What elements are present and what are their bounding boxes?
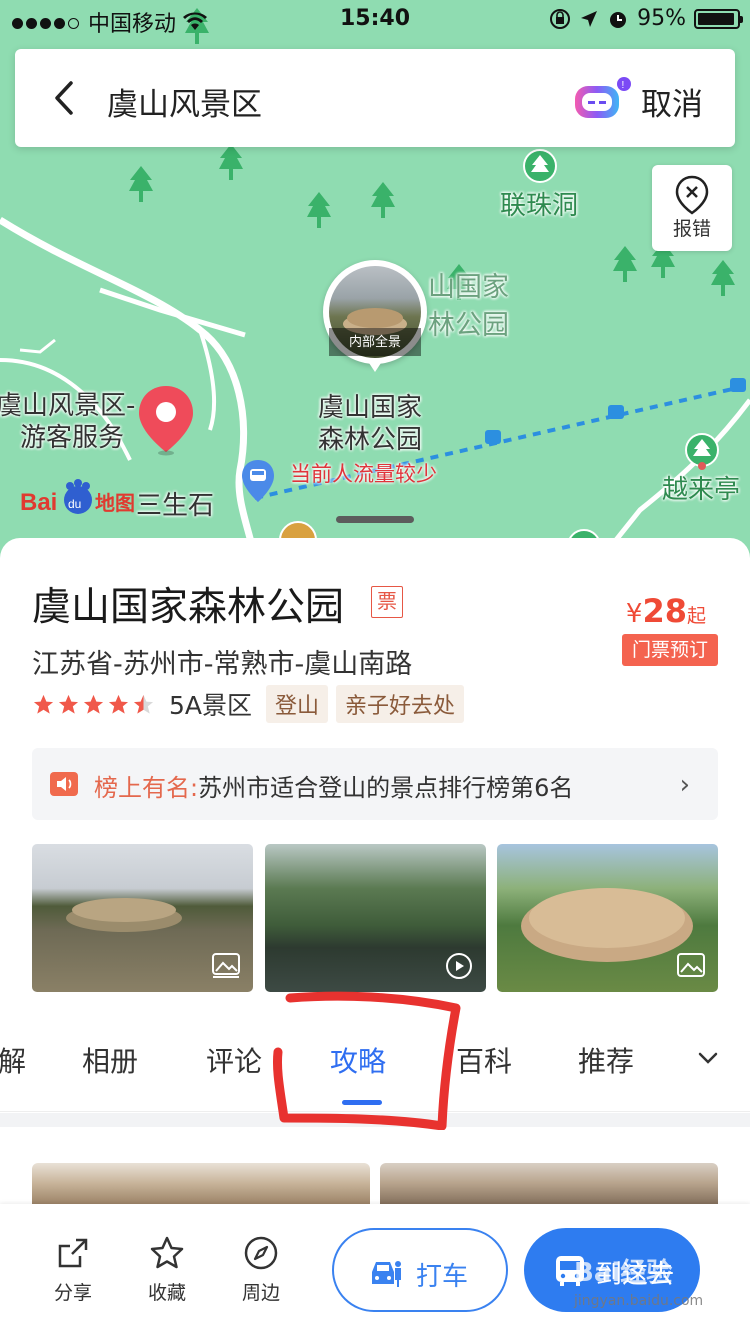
map-label-park-faded-1: 山国家 [428,272,509,303]
tag-chip[interactable]: 亲子好去处 [336,685,465,723]
photo-strip [32,844,718,992]
tab-bar: 解 相册 评论 攻略 百科 推荐 [0,1032,750,1112]
status-bar: 中国移动 15:40 95% [0,0,750,40]
tag-chip[interactable]: 登山 [266,685,329,723]
star-icon [108,694,129,714]
tree-icon [307,192,331,228]
tab-album[interactable]: 相册 [82,1040,138,1080]
photo-thumbnail[interactable] [497,844,718,992]
tree-icon [219,144,243,180]
back-arrow-icon[interactable] [45,77,85,119]
voice-assistant-icon[interactable]: ! [571,76,635,122]
price-suffix: 起 [686,605,706,627]
taxi-button[interactable]: 打车 [332,1228,508,1312]
speaker-icon [50,772,78,796]
taxi-icon [372,1261,401,1287]
map-label-visitor-2[interactable]: 游客服务 [20,422,124,454]
ticket-badge: 票 [371,586,403,618]
star-outline-icon [150,1236,184,1269]
map-label-sansheng[interactable]: 三生石 [136,490,214,522]
price-currency: ¥ [625,599,643,629]
compass-icon [244,1236,278,1270]
active-tab-indicator [342,1100,382,1105]
svg-text:!: ! [622,80,625,91]
tab-recommend[interactable]: 推荐 [578,1040,634,1080]
rating-row: 5A景区 登山 亲子好去处 [32,685,472,723]
location-pin-icon[interactable] [136,384,196,456]
tab-intro[interactable]: 解 [0,1040,26,1080]
watermark: Bai经验 jingyan.baidu.com [574,1252,703,1309]
share-label: 分享 [53,1282,92,1304]
tree-icon [613,246,637,282]
orientation-lock-icon [550,8,571,29]
tab-wiki[interactable]: 百科 [456,1040,512,1080]
baidu-map-logo: Bai du 地图 [20,479,135,516]
svg-text:地图: 地图 [95,491,135,515]
map-label-park-1[interactable]: 虞山国家 [318,392,422,424]
svg-text:du: du [68,497,81,511]
alarm-icon [610,11,627,28]
bottom-action-bar: 分享 收藏 周边 打车 到这去 Bai经验 jingyan.baidu.com [0,1204,750,1334]
panorama-thumbnail[interactable]: 内部全景 [323,260,427,380]
map-label-lianzhu[interactable]: 联珠洞 [500,190,578,222]
tree-icon [711,260,735,296]
battery-icon [694,8,743,29]
image-icon [212,953,240,978]
watermark-url: jingyan.baidu.com [574,1293,704,1309]
watermark-brand: Bai经验 [574,1258,673,1288]
panorama-label: 内部全景 [329,328,421,356]
report-pin-icon [675,175,709,215]
chevron-down-icon[interactable] [696,1046,720,1070]
section-divider [0,1113,750,1127]
battery-percentage: 95% [637,6,686,31]
search-bar[interactable]: 虞山风景区 ! 取消 [15,49,735,147]
share-icon [58,1238,88,1268]
scenic-spot-icon[interactable] [522,148,558,184]
price-value: 28 [642,592,687,630]
tree-icon [129,166,153,202]
ranking-prefix: 榜上有名: [94,774,199,802]
favorite-button[interactable]: 收藏 [132,1234,202,1305]
svg-text:Bai: Bai [20,489,57,516]
tab-reviews[interactable]: 评论 [206,1040,262,1080]
star-rating [32,693,155,716]
bus-stop-icon[interactable] [240,458,276,504]
map-label-yuelai[interactable]: 越来亭 [662,474,740,506]
play-icon [446,953,472,979]
map-label-park-2[interactable]: 森林公园 [318,424,422,456]
cancel-button[interactable]: 取消 [641,79,703,124]
star-icon [133,694,154,714]
poi-address: 江苏省-苏州市-常熟市-虞山南路 [32,649,413,680]
share-button[interactable]: 分享 [38,1234,108,1305]
crowd-status-label: 当前人流量较少 [290,462,437,486]
drag-handle[interactable] [336,516,414,523]
ranking-text: 苏州市适合登山的景点排行榜第6名 [198,774,574,802]
map-label-visitor-1[interactable]: 虞山风景区- [0,390,135,422]
nearby-label: 周边 [241,1282,280,1304]
image-icon [677,953,705,977]
ranking-banner[interactable]: 榜上有名:苏州市适合登山的景点排行榜第6名 › [32,748,718,820]
report-label: 报错 [672,218,711,240]
scenic-level: 5A景区 [169,691,253,720]
star-icon [58,694,79,714]
star-icon [83,694,104,714]
taxi-label: 打车 [416,1262,469,1292]
tree-icon [371,182,395,218]
report-error-button[interactable]: 报错 [652,165,732,251]
map-label-park-faded-2: 林公园 [428,310,509,341]
book-ticket-button[interactable]: 门票预订 [622,634,718,666]
location-arrow-icon [581,10,598,27]
scenic-spot-icon[interactable] [684,432,720,472]
search-query[interactable]: 虞山风景区 [107,79,262,124]
poi-title: 虞山国家森林公园 [32,585,345,630]
price-label[interactable]: ¥28起 [626,592,706,630]
nearby-button[interactable]: 周边 [226,1234,296,1305]
poi-detail-panel[interactable]: 虞山国家森林公园 票 ¥28起 门票预订 江苏省-苏州市-常熟市-虞山南路 5A… [0,516,750,1213]
photo-thumbnail[interactable] [32,844,253,992]
favorite-label: 收藏 [147,1282,186,1304]
chevron-right-icon: › [679,770,690,800]
tab-guide[interactable]: 攻略 [330,1040,386,1080]
star-icon [33,694,54,714]
video-thumbnail[interactable] [265,844,486,992]
